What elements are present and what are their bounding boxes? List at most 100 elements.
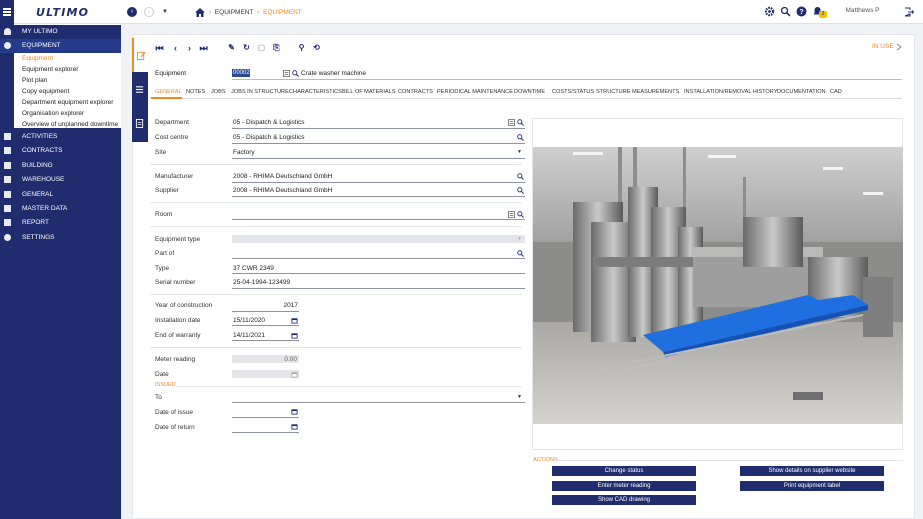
sidebar-item-contracts[interactable]: CONTRACTS	[0, 144, 121, 158]
installation-date-field[interactable]: 15/11/2020	[233, 317, 265, 324]
tab-list[interactable]	[132, 72, 148, 108]
history-icon[interactable]: ⟲	[312, 43, 321, 53]
manufacturer-field[interactable]: 2008 - RHIMA Deutschland GmbH	[233, 173, 332, 180]
section-divider	[150, 347, 522, 348]
tab-costs-status[interactable]: COSTS/STATUS	[552, 89, 594, 95]
chevron-down-icon[interactable]: ▼	[517, 394, 524, 401]
print-equipment-label-button[interactable]: Print equipment label	[740, 481, 884, 491]
tab-measurements[interactable]: MEASUREMENTS	[632, 89, 679, 95]
sidebar-item-settings[interactable]: SETTINGS	[0, 231, 121, 245]
cost-centre-field[interactable]: 05 - Dispatch & Logistics	[233, 134, 305, 141]
search-icon[interactable]	[517, 187, 524, 194]
site-select[interactable]: Factory	[233, 149, 255, 156]
tab-downtime[interactable]: DOWNTIME	[514, 89, 545, 95]
help-icon[interactable]: ?	[796, 6, 807, 17]
tab-general[interactable]: GENERAL	[155, 89, 182, 95]
search-icon[interactable]	[780, 6, 791, 17]
calendar-icon[interactable]	[291, 332, 298, 339]
calendar-icon[interactable]	[291, 317, 298, 324]
tab-notes[interactable]: NOTES	[186, 89, 205, 95]
type-field[interactable]: 37 CWR 2349	[233, 265, 274, 272]
sidebar-item-label: WAREHOUSE	[22, 176, 65, 183]
submenu-item-copy-equipment[interactable]: Copy equipment	[22, 88, 69, 95]
meter-reading-label: Meter reading	[155, 356, 196, 363]
calendar-icon[interactable]	[291, 423, 298, 430]
sidebar-item-warehouse[interactable]: WAREHOUSE	[0, 173, 121, 187]
enter-meter-reading-button[interactable]: Enter meter reading	[552, 481, 696, 491]
tab-edit[interactable]	[132, 38, 148, 72]
tab-documentation[interactable]: DOCUMENTATION	[777, 89, 826, 95]
home-icon[interactable]	[195, 8, 205, 17]
submenu-item-unplanned-downtime[interactable]: Overview of unplanned downtime	[22, 121, 118, 128]
submenu-item-equipment-explorer[interactable]: Equipment explorer	[22, 66, 78, 73]
chevron-down-icon[interactable]: ▼	[517, 149, 524, 156]
sidebar-item-master-data[interactable]: MASTER DATA	[0, 202, 121, 216]
sidebar-item-my-ultimo[interactable]: MY ULTIMO	[0, 25, 121, 39]
pin-icon[interactable]: ⚲	[297, 43, 306, 53]
search-icon[interactable]	[517, 173, 524, 180]
equipment-photo[interactable]	[533, 147, 903, 424]
next-record-icon[interactable]: ›	[185, 43, 194, 53]
section-divider	[176, 386, 522, 387]
sidebar-item-equipment[interactable]: EQUIPMENT	[0, 39, 121, 53]
show-supplier-details-button[interactable]: Show details on supplier website	[740, 466, 884, 476]
sidebar-item-label: SETTINGS	[22, 234, 55, 241]
list-lookup-icon[interactable]	[508, 119, 515, 126]
tab-bill-of-materials[interactable]: BILL OF MATERIALS	[342, 89, 395, 95]
search-icon[interactable]	[517, 134, 524, 141]
tab-structure[interactable]: STRUCTURE	[596, 89, 631, 95]
show-cad-drawing-button[interactable]: Show CAD drawing	[552, 495, 696, 505]
change-status-button[interactable]: Change status	[552, 466, 696, 476]
history-dropdown-icon[interactable]: ▼	[160, 7, 170, 17]
search-icon[interactable]	[517, 211, 524, 218]
last-record-icon[interactable]: ⏭	[199, 43, 208, 53]
list-lookup-icon[interactable]	[283, 70, 290, 77]
breadcrumb: › EQUIPMENT › EQUIPMENT	[195, 8, 302, 17]
tab-contracts[interactable]: CONTRACTS	[398, 89, 433, 95]
submenu-item-plot-plan[interactable]: Plot plan	[22, 77, 47, 84]
search-icon[interactable]	[292, 70, 299, 77]
date-box	[232, 370, 299, 378]
search-icon[interactable]	[517, 250, 524, 257]
submenu-item-organisation-explorer[interactable]: Organisation explorer	[22, 110, 84, 117]
sidebar-item-general[interactable]: GENERAL	[0, 188, 121, 202]
serial-number-field[interactable]: 25-04-1994-123499	[233, 279, 290, 286]
copy-icon[interactable]: ⎘	[272, 43, 281, 53]
sidebar-item-building[interactable]: BUILDING	[0, 159, 121, 173]
department-field[interactable]: 05 - Dispatch & Logistics	[233, 119, 305, 126]
delete-icon[interactable]: ▢	[257, 43, 266, 53]
sidebar-item-activities[interactable]: ACTIVITIES	[0, 130, 121, 144]
tab-details[interactable]	[132, 106, 148, 142]
supplier-field[interactable]: 2008 - RHIMA Deutschland GmbH	[233, 187, 332, 194]
refresh-icon[interactable]: ↻	[242, 43, 251, 53]
save-icon[interactable]: ✎	[227, 43, 236, 53]
logout-icon[interactable]	[904, 7, 914, 17]
previous-record-icon[interactable]: ‹	[171, 43, 180, 53]
year-of-construction-field[interactable]: 2017	[232, 302, 298, 309]
tab-cad[interactable]: CAD	[830, 89, 842, 95]
equipment-id-input[interactable]: 00002	[232, 69, 250, 77]
back-icon[interactable]: ‹	[127, 7, 137, 17]
chevron-right-icon[interactable]	[896, 43, 902, 51]
list-lookup-icon[interactable]	[508, 211, 515, 218]
submenu-item-equipment[interactable]: Equipment	[22, 55, 53, 62]
search-icon[interactable]	[517, 119, 524, 126]
gear-icon[interactable]	[764, 6, 775, 17]
menu-icon[interactable]	[0, 0, 14, 24]
tab-periodical-maintenance[interactable]: PERIODICAL MAINTENANCE	[437, 89, 513, 95]
tab-characteristics[interactable]: CHARACTERISTICS	[289, 89, 342, 95]
tab-jobs-in-structure[interactable]: JOBS IN STRUCTURE	[231, 89, 289, 95]
tab-installation-removal-history[interactable]: INSTALLATION/REMOVAL HISTORY	[684, 89, 777, 95]
user-name[interactable]: Matthews P	[835, 7, 890, 14]
forward-icon[interactable]: ›	[144, 7, 154, 17]
tab-jobs[interactable]: JOBS	[211, 89, 226, 95]
status-badge[interactable]: IN USE	[872, 43, 894, 50]
first-record-icon[interactable]: ⏮	[155, 43, 164, 53]
breadcrumb-item-equipment-module[interactable]: EQUIPMENT	[215, 9, 254, 16]
meter-reading-field: 0.00	[284, 356, 297, 363]
end-of-warranty-field[interactable]: 14/11/2021	[233, 332, 265, 339]
submenu-item-department-equipment-explorer[interactable]: Department equipment explorer	[22, 99, 113, 106]
sidebar-item-label: ACTIVITIES	[22, 133, 58, 140]
sidebar-item-report[interactable]: REPORT	[0, 216, 121, 230]
calendar-icon[interactable]	[291, 408, 298, 415]
